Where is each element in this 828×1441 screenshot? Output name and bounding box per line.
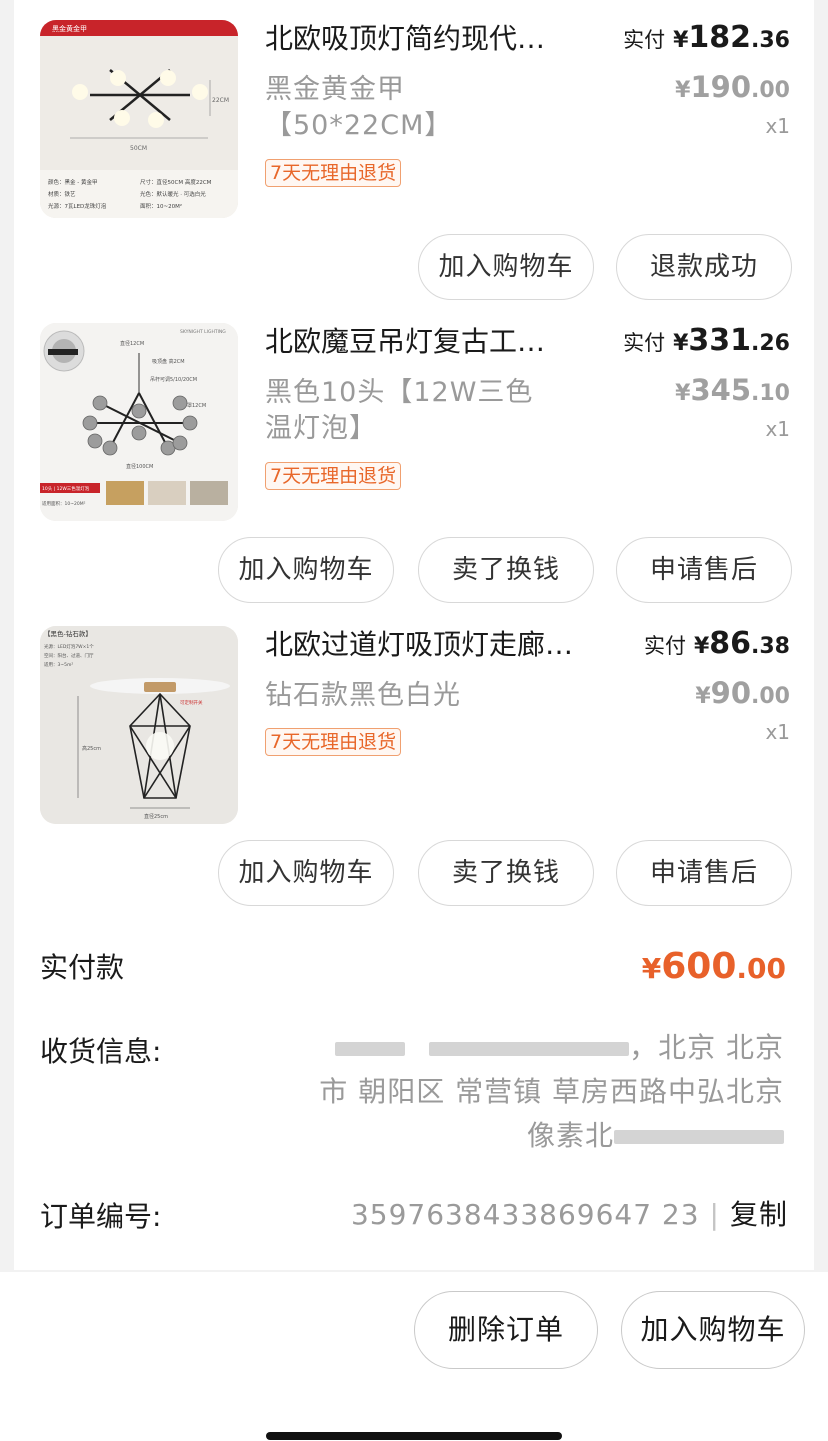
product-title[interactable]: 北欧魔豆吊灯复古工… (265, 323, 595, 361)
svg-text:光色：默认暖光 · 可选白光: 光色：默认暖光 · 可选白光 (140, 190, 206, 198)
resell-button[interactable]: 卖了换钱 (418, 840, 594, 906)
original-price: ¥345.10 (675, 373, 790, 407)
product-image[interactable]: 黑金黄金甲 50CM 22CM 颜色：黑金 - 黄金甲 尺寸：直径50CM 高度… (40, 20, 238, 218)
svg-text:黑金黄金甲: 黑金黄金甲 (52, 24, 87, 33)
footer-add-to-cart-button[interactable]: 加入购物车 (621, 1291, 805, 1369)
quantity: x1 (765, 720, 790, 744)
total-label: 实付款 (40, 951, 125, 984)
paid-price: 实付 ¥86.38 (643, 626, 790, 661)
add-to-cart-button[interactable]: 加入购物车 (218, 840, 394, 906)
svg-text:10头 | 12W三色温灯泡: 10头 | 12W三色温灯泡 (42, 485, 90, 492)
home-indicator (266, 1432, 562, 1440)
ceiling-lamp-image: 黑金黄金甲 50CM 22CM 颜色：黑金 - 黄金甲 尺寸：直径50CM 高度… (40, 20, 238, 218)
address-label: 收货信息: (40, 1035, 162, 1068)
return-policy-badge: 7天无理由退货 (265, 728, 402, 756)
product-spec: 钻石款黑色白光 (265, 680, 461, 711)
product-title[interactable]: 北欧吸顶灯简约现代… (265, 20, 595, 58)
address-line-1: ，北京 北京 (264, 1026, 784, 1070)
shipping-address: ，北京 北京 市 朝阳区 常营镇 草房西路中弘北京 像素北 (264, 1026, 784, 1158)
original-price: ¥190.00 (675, 70, 790, 104)
order-number-label: 订单编号: (40, 1200, 162, 1233)
svg-text:高25cm: 高25cm (82, 745, 101, 752)
product-spec: 黑金黄金甲【50*22CM】 (265, 74, 453, 141)
product-image[interactable]: 【黑色-钻石款】 光源：LED灯泡7W×1个 空间：阳台、过道、门厅 适用：3~… (40, 626, 238, 824)
order-number: 3597638433869647 23 (350, 1198, 700, 1231)
order-number-row: 3597638433869647 23 | 复制 (351, 1193, 788, 1233)
add-to-cart-button[interactable]: 加入购物车 (218, 537, 394, 603)
svg-text:适用面积：10~20M²: 适用面积：10~20M² (42, 500, 86, 507)
svg-text:直径100CM: 直径100CM (126, 463, 153, 470)
bottom-action-bar: 删除订单 加入购物车 (0, 1272, 828, 1441)
svg-text:【黑色-钻石款】: 【黑色-钻石款】 (44, 629, 92, 638)
refund-success-button[interactable]: 退款成功 (616, 234, 792, 300)
svg-text:颜色：黑金 - 黄金甲: 颜色：黑金 - 黄金甲 (48, 178, 97, 186)
svg-text:直径25cm: 直径25cm (144, 813, 168, 820)
paid-price: 实付 ¥182.36 (623, 20, 790, 55)
order-card: 黑金黄金甲 50CM 22CM 颜色：黑金 - 黄金甲 尺寸：直径50CM 高度… (14, 0, 814, 1270)
svg-text:光源：LED灯泡7W×1个: 光源：LED灯泡7W×1个 (44, 643, 94, 650)
svg-text:吊杆可调5/10/20CM: 吊杆可调5/10/20CM (150, 376, 197, 383)
address-line-2: 市 朝阳区 常营镇 草房西路中弘北京 (319, 1075, 784, 1108)
add-to-cart-button[interactable]: 加入购物车 (418, 234, 594, 300)
product-image[interactable]: SKYNIGHT LIGHTING 直径12CM 吸顶盘 高2CM 吊杆可调5/… (40, 323, 238, 521)
total-amount: ¥600.00 (641, 946, 786, 987)
address-line-3: 像素北 (264, 1114, 784, 1158)
copy-button[interactable]: 复制 (730, 1198, 788, 1231)
resell-button[interactable]: 卖了换钱 (418, 537, 594, 603)
delete-order-button[interactable]: 删除订单 (414, 1291, 598, 1369)
svg-text:吸顶盘 高2CM: 吸顶盘 高2CM (152, 358, 185, 365)
original-price: ¥90.00 (695, 676, 790, 710)
product-title[interactable]: 北欧过道灯吸顶灯走廊… (265, 626, 595, 664)
return-policy-badge: 7天无理由退货 (265, 462, 402, 490)
paid-price: 实付 ¥331.26 (623, 323, 790, 358)
quantity: x1 (765, 114, 790, 138)
svg-text:材质：铁艺: 材质：铁艺 (48, 190, 76, 198)
svg-text:光源：7瓦LED龙珠灯泡: 光源：7瓦LED龙珠灯泡 (48, 202, 107, 210)
quantity: x1 (765, 417, 790, 441)
svg-text:50CM: 50CM (130, 145, 147, 152)
svg-text:尺寸：直径50CM 高度22CM: 尺寸：直径50CM 高度22CM (140, 178, 212, 186)
svg-text:面积：10~20M²: 面积：10~20M² (140, 203, 182, 210)
redacted-address (614, 1130, 784, 1144)
return-policy-badge: 7天无理由退货 (265, 159, 402, 187)
pendant-lamp-image: SKYNIGHT LIGHTING 直径12CM 吸顶盘 高2CM 吊杆可调5/… (40, 323, 238, 521)
product-spec: 黑色10头【12W三色温灯泡】 (265, 377, 534, 444)
svg-text:22CM: 22CM (212, 97, 229, 104)
aisle-lamp-image: 【黑色-钻石款】 光源：LED灯泡7W×1个 空间：阳台、过道、门厅 适用：3~… (40, 626, 238, 824)
svg-text:可定制开关: 可定制开关 (180, 699, 203, 706)
svg-text:空间：阳台、过道、门厅: 空间：阳台、过道、门厅 (44, 652, 94, 659)
svg-text:SKYNIGHT LIGHTING: SKYNIGHT LIGHTING (180, 329, 226, 335)
redacted-name (335, 1042, 406, 1056)
svg-text:直径12CM: 直径12CM (120, 340, 144, 347)
after-sales-button[interactable]: 申请售后 (616, 537, 792, 603)
after-sales-button[interactable]: 申请售后 (616, 840, 792, 906)
divider: | (709, 1198, 720, 1231)
svg-text:适用：3~5m²: 适用：3~5m² (44, 661, 73, 668)
redacted-phone (429, 1042, 630, 1056)
